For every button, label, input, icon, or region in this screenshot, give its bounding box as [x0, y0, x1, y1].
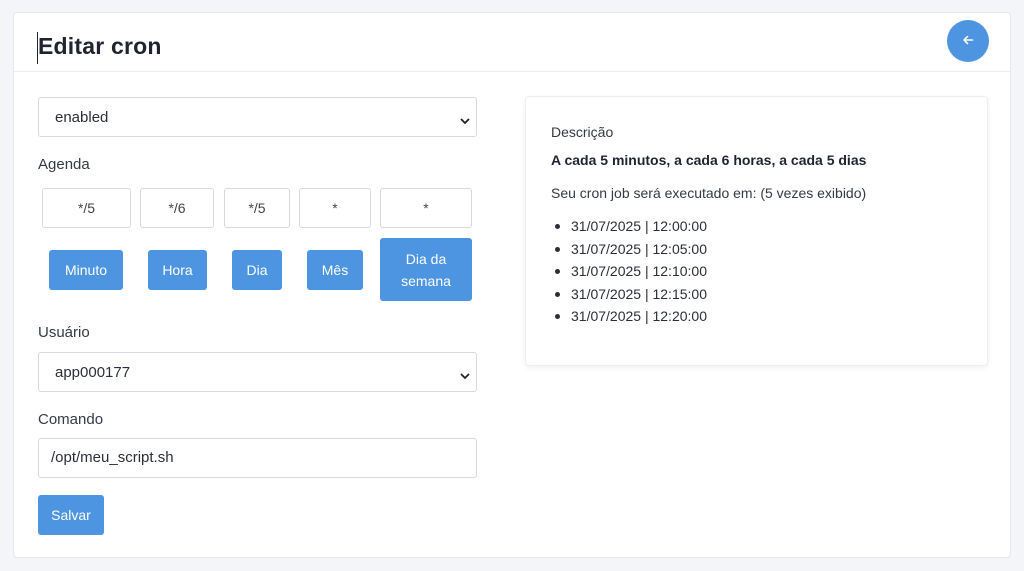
list-item: 31/07/2025 | 12:10:00	[555, 260, 707, 283]
back-button[interactable]	[947, 20, 989, 62]
save-button[interactable]: Salvar	[38, 495, 104, 535]
description-title: Descrição	[551, 124, 614, 140]
status-select[interactable]: enabled	[38, 97, 477, 137]
weekday-button[interactable]: Dia da semana	[380, 238, 472, 301]
arrow-left-icon	[962, 34, 974, 49]
execution-text: Seu cron job será executado em: (5 vezes…	[551, 185, 867, 201]
list-item: 31/07/2025 | 12:00:00	[555, 215, 707, 238]
weekday-input[interactable]: *	[380, 188, 472, 228]
run-list: 31/07/2025 | 12:00:00 31/07/2025 | 12:05…	[555, 215, 707, 328]
schedule-label: Agenda	[38, 156, 90, 173]
day-button[interactable]: Dia	[232, 250, 282, 290]
description-panel: Descrição A cada 5 minutos, a cada 6 hor…	[525, 96, 988, 366]
chevron-down-icon	[460, 367, 470, 384]
month-button[interactable]: Mês	[307, 250, 363, 290]
status-select-value: enabled	[55, 108, 109, 126]
description-summary: A cada 5 minutos, a cada 6 horas, a cada…	[551, 152, 867, 168]
list-item: 31/07/2025 | 12:05:00	[555, 238, 707, 261]
list-item: 31/07/2025 | 12:15:00	[555, 283, 707, 306]
minute-button[interactable]: Minuto	[49, 250, 123, 290]
list-item: 31/07/2025 | 12:20:00	[555, 305, 707, 328]
day-input[interactable]: */5	[224, 188, 290, 228]
minute-input[interactable]: */5	[42, 188, 131, 228]
user-select[interactable]: app000177	[38, 352, 477, 392]
chevron-down-icon	[460, 112, 470, 129]
command-input[interactable]: /opt/meu_script.sh	[38, 438, 477, 478]
page-title: Editar cron	[38, 33, 162, 59]
user-select-value: app000177	[55, 363, 131, 381]
user-label: Usuário	[38, 324, 90, 341]
hour-input[interactable]: */6	[140, 188, 214, 228]
edit-cron-card: Editar cron enabled Agenda */5 */6 */5 *…	[13, 12, 1011, 558]
month-input[interactable]: *	[299, 188, 371, 228]
card-header: Editar cron	[14, 13, 1010, 72]
hour-button[interactable]: Hora	[148, 250, 207, 290]
command-label: Comando	[38, 411, 104, 428]
